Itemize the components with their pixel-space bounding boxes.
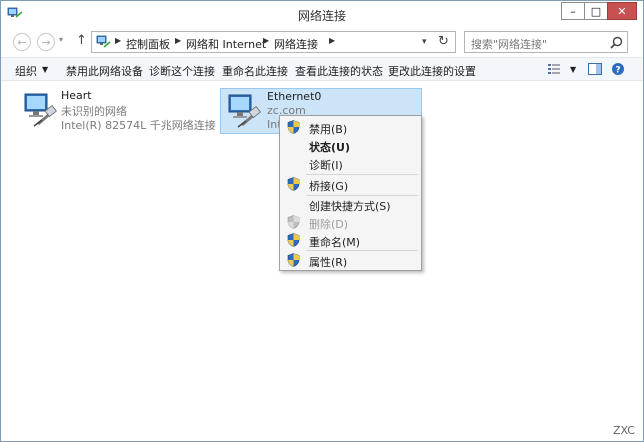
minimize-button[interactable]: – bbox=[561, 2, 585, 20]
breadcrumb-separator-icon[interactable]: ▶ bbox=[263, 36, 269, 45]
diagnose-button[interactable]: 诊断这个连接 bbox=[149, 63, 215, 79]
back-button[interactable]: ← bbox=[13, 33, 31, 51]
search-placeholder: 搜索"网络连接" bbox=[471, 38, 548, 51]
title-bar: 网络连接 – □ ✕ bbox=[1, 1, 643, 27]
svg-text:?: ? bbox=[615, 66, 620, 76]
up-button[interactable]: ↑ bbox=[76, 33, 87, 48]
menu-item-diagnose[interactable]: 诊断(I) bbox=[282, 154, 419, 172]
menu-item-disable[interactable]: 禁用(B) bbox=[282, 118, 419, 136]
rename-button[interactable]: 重命名此连接 bbox=[222, 63, 288, 79]
menu-item-label: 创建快捷方式(S) bbox=[309, 200, 391, 213]
command-bar: 组织 ▼ 禁用此网络设备 诊断这个连接 重命名此连接 查看此连接的状态 更改此连… bbox=[1, 57, 643, 81]
disable-device-button[interactable]: 禁用此网络设备 bbox=[66, 63, 143, 79]
network-adapter-icon bbox=[24, 93, 57, 127]
view-options-icon[interactable] bbox=[547, 62, 563, 76]
breadcrumb-separator-icon[interactable]: ▶ bbox=[329, 36, 335, 45]
maximize-button[interactable]: □ bbox=[584, 2, 608, 20]
network-connections-window: 网络连接 – □ ✕ ← → ▾ ↑ ▶ 控制面板 ▶ 网络和 Internet… bbox=[0, 0, 644, 442]
menu-item-label: 桥接(G) bbox=[309, 180, 349, 193]
organize-button[interactable]: 组织 bbox=[15, 63, 37, 79]
menu-item-label: 诊断(I) bbox=[309, 159, 343, 172]
recent-locations-dropdown[interactable]: ▾ bbox=[59, 35, 63, 44]
menu-item-create-shortcut[interactable]: 创建快捷方式(S) bbox=[282, 195, 419, 213]
uac-shield-icon bbox=[287, 253, 300, 267]
search-icon[interactable] bbox=[610, 36, 623, 49]
menu-item-properties[interactable]: 属性(R) bbox=[282, 251, 419, 269]
network-folder-icon bbox=[96, 35, 111, 48]
breadcrumb-network-connections[interactable]: 网络连接 bbox=[274, 36, 318, 52]
watermark: ZXC bbox=[613, 424, 635, 437]
context-menu: 禁用(B) 状态(U) 诊断(I) 桥接(G) 创建快捷方式(S) 删除(D) … bbox=[279, 115, 422, 271]
help-icon[interactable]: ? bbox=[610, 62, 626, 76]
close-button[interactable]: ✕ bbox=[607, 2, 637, 20]
search-input[interactable]: 搜索"网络连接" bbox=[464, 31, 628, 53]
refresh-button[interactable]: ↻ bbox=[438, 34, 449, 49]
uac-shield-icon bbox=[287, 215, 300, 229]
menu-item-rename[interactable]: 重命名(M) bbox=[282, 231, 419, 249]
menu-item-delete: 删除(D) bbox=[282, 213, 419, 231]
menu-item-label: 属性(R) bbox=[309, 256, 348, 269]
address-dropdown-icon[interactable]: ▾ bbox=[422, 37, 427, 47]
connection-device: Intel(R) 82574L 千兆网络连接 #2 bbox=[61, 119, 236, 132]
chevron-down-icon[interactable]: ▼ bbox=[42, 65, 48, 74]
view-dropdown-chevron-icon[interactable]: ▼ bbox=[570, 65, 576, 74]
breadcrumb-separator-icon[interactable]: ▶ bbox=[115, 36, 121, 45]
network-adapter-icon bbox=[228, 94, 261, 128]
connection-name: Ethernet0 bbox=[267, 90, 322, 103]
breadcrumb-network-internet[interactable]: 网络和 Internet bbox=[186, 36, 266, 52]
breadcrumb-separator-icon[interactable]: ▶ bbox=[175, 36, 181, 45]
menu-item-label: 状态(U) bbox=[309, 141, 350, 154]
address-bar[interactable]: ▶ 控制面板 ▶ 网络和 Internet ▶ 网络连接 ▶ ▾ ↻ bbox=[91, 31, 456, 53]
menu-item-label: 禁用(B) bbox=[309, 123, 348, 136]
connection-name: Heart bbox=[61, 89, 92, 102]
menu-item-label: 重命名(M) bbox=[309, 236, 361, 249]
menu-item-label: 删除(D) bbox=[309, 218, 349, 231]
change-settings-button[interactable]: 更改此连接的设置 bbox=[388, 63, 476, 79]
navigation-bar: ← → ▾ ↑ ▶ 控制面板 ▶ 网络和 Internet ▶ 网络连接 ▶ ▾… bbox=[1, 28, 643, 56]
breadcrumb-control-panel[interactable]: 控制面板 bbox=[126, 36, 170, 52]
window-title: 网络连接 bbox=[297, 9, 346, 23]
view-status-button[interactable]: 查看此连接的状态 bbox=[295, 63, 383, 79]
preview-pane-icon[interactable] bbox=[587, 62, 603, 76]
forward-button[interactable]: → bbox=[37, 33, 55, 51]
connection-item-heart[interactable]: Heart 未识别的网络 Intel(R) 82574L 千兆网络连接 #2 bbox=[17, 88, 235, 134]
uac-shield-icon bbox=[287, 177, 300, 191]
uac-shield-icon bbox=[287, 120, 300, 134]
menu-item-status[interactable]: 状态(U) bbox=[282, 136, 419, 154]
menu-item-bridge[interactable]: 桥接(G) bbox=[282, 175, 419, 193]
uac-shield-icon bbox=[287, 233, 300, 247]
